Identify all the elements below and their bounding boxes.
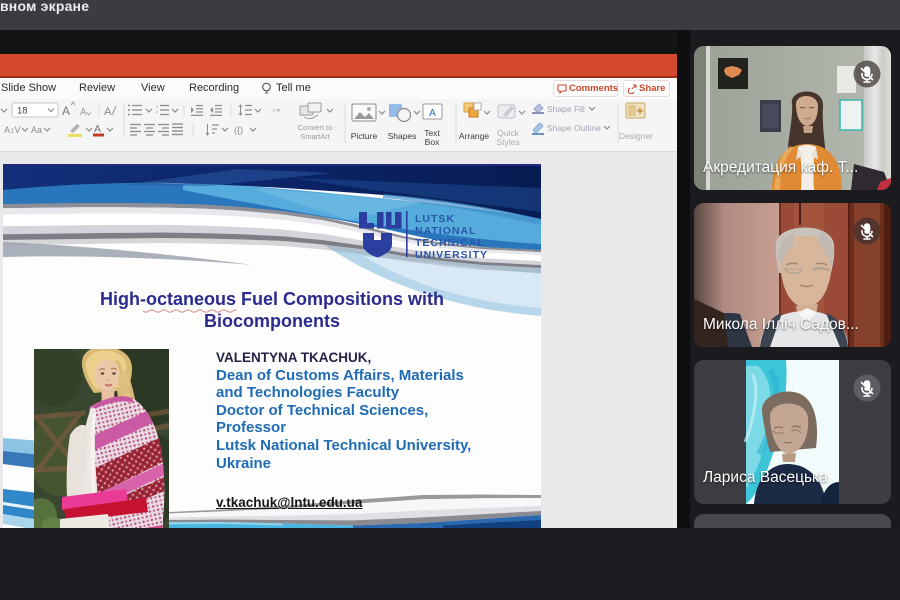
- svg-text:A: A: [429, 108, 436, 119]
- svg-text:Arrange: Arrange: [459, 131, 490, 141]
- svg-text:A: A: [104, 106, 112, 118]
- svg-text:({): ({): [234, 125, 243, 135]
- svg-text:Convert to: Convert to: [298, 123, 333, 132]
- svg-text:SmartArt: SmartArt: [300, 132, 331, 141]
- svg-text:Box: Box: [425, 137, 440, 147]
- svg-text:Designer: Designer: [619, 131, 653, 141]
- svg-text:≈▾: ≈▾: [272, 106, 280, 115]
- svg-text:2: 2: [156, 109, 159, 114]
- svg-text:Aa: Aa: [31, 125, 42, 135]
- svg-text:Styles: Styles: [496, 137, 519, 147]
- svg-text:A: A: [94, 123, 101, 135]
- svg-text:Shapes: Shapes: [388, 131, 417, 141]
- svg-text:A: A: [62, 104, 70, 118]
- svg-text:18: 18: [17, 106, 28, 117]
- svg-text:Shape Outline: Shape Outline: [547, 123, 601, 133]
- svg-text:TECHNICAL: TECHNICAL: [415, 237, 485, 249]
- svg-text:LUTSK: LUTSK: [415, 213, 455, 225]
- svg-text:Picture: Picture: [351, 131, 378, 141]
- svg-text:Shape Fill: Shape Fill: [547, 104, 585, 114]
- svg-text:UNIVERSITY: UNIVERSITY: [415, 249, 488, 261]
- svg-text:A↕V: A↕V: [4, 125, 21, 135]
- svg-text:A: A: [80, 107, 87, 118]
- svg-text:NATIONAL: NATIONAL: [415, 225, 476, 237]
